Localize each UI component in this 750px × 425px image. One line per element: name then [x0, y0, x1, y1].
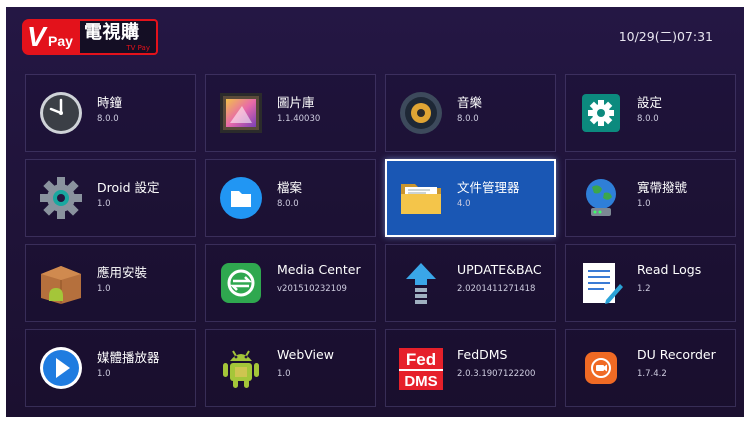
app-title: 圖片庫: [277, 95, 315, 110]
app-version: 1.0: [637, 199, 651, 209]
app-title: Droid 設定: [97, 180, 160, 195]
launcher-screen: V Pay 電視購 TV Pay 10/29(二)07:31 時鐘 8.0.0: [6, 7, 744, 417]
gallery-icon: [218, 90, 264, 136]
logo-pay-text: Pay: [48, 33, 73, 49]
app-tile-du-recorder[interactable]: DU Recorder 1.7.4.2: [565, 329, 736, 407]
app-tile-webview[interactable]: WebView 1.0: [205, 329, 376, 407]
logo-sub-text: TV Pay: [126, 44, 150, 52]
app-tile-files[interactable]: 檔案 8.0.0: [205, 159, 376, 237]
folder-icon: [218, 175, 264, 221]
app-version: 1.7.4.2: [637, 369, 667, 379]
app-tile-settings[interactable]: 設定 8.0.0: [565, 74, 736, 152]
app-version: 1.0: [97, 284, 111, 294]
app-title: 應用安裝: [97, 265, 148, 280]
settings-gear-icon: [578, 90, 624, 136]
app-version: 4.0: [457, 199, 471, 209]
app-title: Read Logs: [637, 262, 702, 277]
app-title: WebView: [277, 347, 334, 362]
feddms-fed-text: Fed: [406, 350, 436, 369]
tvpay-logo-badge: V Pay: [22, 19, 80, 55]
app-version: 2.0.3.1907122200: [457, 369, 536, 379]
app-tile-droid-settings[interactable]: Droid 設定 1.0: [25, 159, 196, 237]
app-tile-broadband-dial[interactable]: 寬帶撥號 1.0: [565, 159, 736, 237]
media-center-icon: [218, 260, 264, 306]
app-title: DU Recorder: [637, 347, 716, 362]
app-tile-file-manager[interactable]: 文件管理器 4.0: [385, 159, 556, 237]
app-tile-media-center[interactable]: Media Center v201510232109: [205, 244, 376, 322]
app-tile-app-installer[interactable]: 應用安裝 1.0: [25, 244, 196, 322]
play-icon: [38, 345, 84, 391]
logo-cn-text: 電視購: [84, 22, 140, 43]
gear-icon: [38, 175, 84, 221]
app-title: 檔案: [277, 180, 303, 195]
clock-icon: [38, 90, 84, 136]
android-robot-icon: [218, 345, 264, 391]
app-tile-music[interactable]: 音樂 8.0.0: [385, 74, 556, 152]
update-arrow-icon: [398, 260, 444, 306]
screen-recorder-icon: [578, 345, 624, 391]
app-title: UPDATE&BAC: [457, 262, 542, 277]
app-grid: 時鐘 8.0.0 圖片庫 1.1.40030 音樂 8.0.0 設定 8.0.0…: [25, 74, 736, 411]
app-version: 1.0: [97, 369, 111, 379]
app-version: 8.0.0: [457, 114, 479, 124]
file-manager-folder-icon: [398, 175, 444, 221]
app-tile-read-logs[interactable]: Read Logs 1.2: [565, 244, 736, 322]
app-title: 文件管理器: [457, 180, 520, 195]
app-title: 媒體播放器: [97, 350, 160, 365]
app-title: 時鐘: [97, 95, 123, 110]
app-tile-update-backup[interactable]: UPDATE&BAC 2.0201411271418: [385, 244, 556, 322]
logo-tv-letter: V: [27, 21, 46, 52]
app-version: v201510232109: [277, 284, 347, 294]
logo-chinese-wordmark: 電視購 TV Pay: [80, 19, 158, 55]
app-title: 寬帶撥號: [637, 180, 688, 195]
globe-network-icon: [578, 175, 624, 221]
app-version: 1.2: [637, 284, 651, 294]
music-speaker-icon: [398, 90, 444, 136]
app-title: 音樂: [457, 95, 483, 110]
feddms-dms-text: DMS: [404, 373, 437, 390]
app-version: 1.1.40030: [277, 114, 321, 124]
app-version: 2.0201411271418: [457, 284, 536, 294]
app-version: 1.0: [97, 199, 111, 209]
feddms-icon: Fed DMS: [398, 345, 444, 391]
app-tile-feddms[interactable]: Fed DMS FedDMS 2.0.3.1907122200: [385, 329, 556, 407]
app-version: 8.0.0: [277, 199, 299, 209]
date-time-clock: 10/29(二)07:31: [618, 29, 713, 44]
app-version: 8.0.0: [97, 114, 119, 124]
notepad-icon: [578, 260, 624, 306]
app-title: FedDMS: [457, 347, 508, 362]
tvpay-logo: V Pay 電視購 TV Pay: [22, 19, 158, 55]
app-title: 設定: [637, 95, 663, 110]
app-title: Media Center: [277, 262, 361, 277]
app-tile-media-player[interactable]: 媒體播放器 1.0: [25, 329, 196, 407]
app-tile-clock[interactable]: 時鐘 8.0.0: [25, 74, 196, 152]
apk-box-icon: [38, 260, 84, 306]
app-tile-gallery[interactable]: 圖片庫 1.1.40030: [205, 74, 376, 152]
app-version: 8.0.0: [637, 114, 659, 124]
app-version: 1.0: [277, 369, 291, 379]
